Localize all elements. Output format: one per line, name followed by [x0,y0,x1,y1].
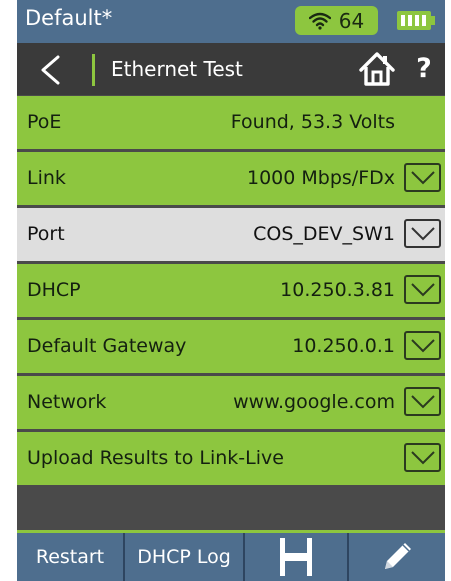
expand-button[interactable] [404,219,441,248]
back-button[interactable] [25,43,79,95]
chevron-down-icon [411,339,435,353]
row-value: COS_DEV_SW1 [253,223,395,245]
expand-button[interactable] [404,387,441,416]
row-value: 1000 Mbps/FDx [246,167,395,189]
row-value: Found, 53.3 Volts [230,111,395,133]
row-label: Network [27,391,107,413]
chevron-down-icon [411,171,435,185]
chevron-down-icon [411,395,435,409]
row-value: www.google.com [233,391,395,413]
list-item-network[interactable]: Network www.google.com [17,376,445,429]
row-value: 10.250.3.81 [280,279,395,301]
expand-button[interactable] [404,443,441,472]
restart-button[interactable]: Restart [17,533,125,581]
row-label: DHCP [27,279,81,301]
dhcp-log-button[interactable]: DHCP Log [125,533,245,581]
list-item-dhcp[interactable]: DHCP 10.250.3.81 [17,264,445,317]
row-label: PoE [27,111,62,133]
wifi-signal-value: 64 [338,8,365,33]
status-bar: Default* 64 [17,0,445,43]
expand-button[interactable] [404,331,441,360]
home-icon[interactable] [357,49,397,89]
row-label: Link [27,167,66,189]
save-button[interactable] [245,533,349,581]
header-bar: Ethernet Test ? [17,43,445,95]
page-title: Ethernet Test [111,57,243,81]
profile-name[interactable]: Default* [25,6,112,30]
header-divider [92,54,95,86]
expand-button[interactable] [404,275,441,304]
list-item-poe[interactable]: PoE Found, 53.3 Volts [17,96,445,149]
chevron-down-icon [411,451,435,465]
chevron-left-icon [41,55,60,85]
row-value: 10.250.0.1 [292,335,395,357]
row-label: Default Gateway [27,335,187,357]
chevron-down-icon [411,283,435,297]
list-item-link[interactable]: Link 1000 Mbps/FDx [17,152,445,205]
list-item-upload-results[interactable]: Upload Results to Link-Live [17,432,445,485]
row-label: Port [27,223,65,245]
list-item-default-gateway[interactable]: Default Gateway 10.250.0.1 [17,320,445,373]
edit-button[interactable] [349,533,445,581]
pencil-icon [385,543,411,569]
list-item-port[interactable]: Port COS_DEV_SW1 [17,208,445,261]
results-list: PoE Found, 53.3 Volts Link 1000 Mbps/FDx… [17,96,445,488]
chevron-down-icon [411,227,435,241]
save-icon [280,538,312,576]
row-label: Upload Results to Link-Live [27,447,284,469]
battery-full-icon[interactable] [397,11,435,30]
help-button[interactable]: ? [409,49,439,89]
bottom-toolbar: Restart DHCP Log [17,530,445,581]
wifi-icon [308,12,331,30]
wifi-status-badge[interactable]: 64 [295,6,378,35]
expand-button[interactable] [404,163,441,192]
device-screen: Default* 64 Ethernet Test ? PoE Found, 5… [17,0,445,581]
